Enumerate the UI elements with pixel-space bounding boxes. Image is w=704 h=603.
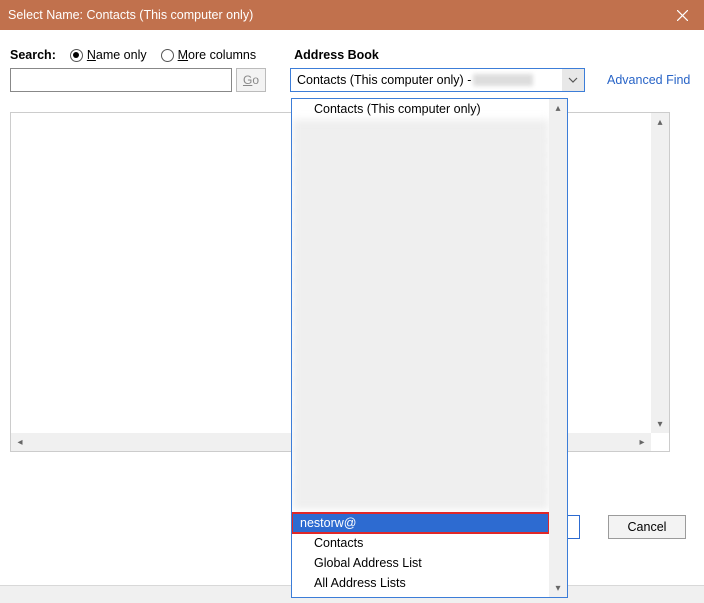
radio-empty-icon <box>161 49 174 62</box>
dropdown-item[interactable]: All Address Lists <box>292 573 549 593</box>
dropdown-item[interactable]: All Contacts <box>292 593 549 597</box>
combo-arrow[interactable] <box>562 69 584 91</box>
radio-more-columns[interactable]: More columns <box>161 48 257 62</box>
dropdown-item[interactable]: Contacts (This computer only) <box>292 99 549 119</box>
scroll-down-icon[interactable]: ▾ <box>651 415 669 433</box>
address-book-dropdown[interactable]: Contacts (This computer only) nestorw@ C… <box>291 98 568 598</box>
dropdown-blurred-items <box>292 119 549 509</box>
go-button-label: Go <box>243 73 259 87</box>
scroll-down-icon[interactable]: ▾ <box>549 579 567 597</box>
dropdown-item[interactable]: Global Address List <box>292 553 549 573</box>
radio-dot-icon <box>70 49 83 62</box>
dropdown-item-selected[interactable]: nestorw@ <box>292 513 549 533</box>
combo-value: Contacts (This computer only) - <box>297 73 471 87</box>
combo-value-redacted <box>473 74 533 86</box>
chevron-down-icon <box>568 77 578 83</box>
scroll-up-icon[interactable]: ▴ <box>549 99 567 117</box>
scroll-right-icon[interactable]: ▸ <box>633 433 651 451</box>
radio-more-columns-label: More columns <box>178 48 257 62</box>
cancel-button-label: Cancel <box>628 520 667 534</box>
dropdown-scrollbar[interactable]: ▴ ▾ <box>549 99 567 597</box>
results-scrollbar-vertical[interactable]: ▴ ▾ <box>651 113 669 433</box>
radio-name-only-label: Name only <box>87 48 147 62</box>
address-book-label: Address Book <box>294 48 379 62</box>
close-button[interactable] <box>660 0 704 30</box>
titlebar: Select Name: Contacts (This computer onl… <box>0 0 704 30</box>
scroll-up-icon[interactable]: ▴ <box>651 113 669 131</box>
scroll-left-icon[interactable]: ◂ <box>11 433 29 451</box>
search-label: Search: <box>10 48 56 62</box>
advanced-find-link[interactable]: Advanced Find <box>607 68 690 92</box>
search-input[interactable] <box>10 68 232 92</box>
window-title: Select Name: Contacts (This computer onl… <box>8 8 253 22</box>
go-button[interactable]: Go <box>236 68 266 92</box>
dropdown-list[interactable]: Contacts (This computer only) nestorw@ C… <box>292 99 549 597</box>
close-icon <box>677 10 688 21</box>
cancel-button[interactable]: Cancel <box>608 515 686 539</box>
address-book-combo[interactable]: Contacts (This computer only) - <box>290 68 585 92</box>
dropdown-item[interactable]: Contacts <box>292 533 549 553</box>
radio-name-only[interactable]: Name only <box>70 48 147 62</box>
